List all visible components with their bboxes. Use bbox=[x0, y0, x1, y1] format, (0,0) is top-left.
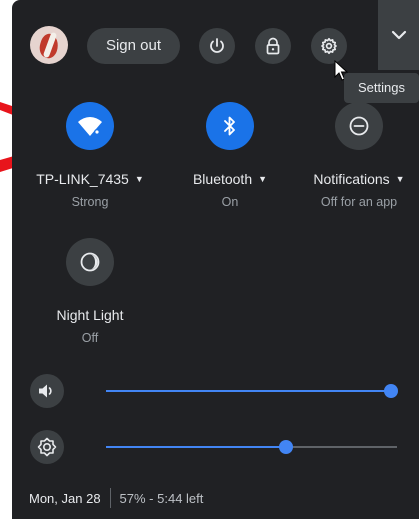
volume-slider-fill bbox=[106, 390, 391, 392]
brightness-slider[interactable] bbox=[106, 440, 397, 454]
notifications-pod[interactable]: Notifications ▼ Off for an app bbox=[299, 102, 419, 209]
sign-out-button[interactable]: Sign out bbox=[87, 28, 180, 64]
brightness-slider-fill bbox=[106, 446, 286, 448]
lock-icon bbox=[266, 37, 280, 55]
notifications-dropdown-icon[interactable]: ▼ bbox=[396, 174, 405, 184]
volume-slider-thumb[interactable] bbox=[384, 384, 398, 398]
network-pod[interactable]: TP-LINK_7435 ▼ Strong bbox=[30, 102, 150, 209]
do-not-disturb-icon bbox=[349, 116, 369, 136]
night-light-toggle[interactable] bbox=[66, 238, 114, 286]
notifications-label[interactable]: Notifications ▼ bbox=[299, 171, 419, 187]
lock-button[interactable] bbox=[255, 28, 291, 64]
footer-divider bbox=[109, 488, 111, 508]
bluetooth-pod[interactable]: Bluetooth ▼ On bbox=[170, 102, 290, 209]
night-light-label[interactable]: Night Light bbox=[30, 307, 150, 323]
avatar[interactable] bbox=[30, 26, 68, 64]
bluetooth-icon bbox=[224, 116, 235, 136]
quick-settings-panel: Sign out Settings TP-LINK_7435 ▼ Strong … bbox=[12, 0, 419, 519]
chevron-down-icon bbox=[391, 30, 406, 40]
bluetooth-toggle[interactable] bbox=[206, 102, 254, 150]
power-icon bbox=[210, 38, 224, 53]
bluetooth-label[interactable]: Bluetooth ▼ bbox=[170, 171, 290, 187]
notifications-toggle[interactable] bbox=[335, 102, 383, 150]
bluetooth-dropdown-icon[interactable]: ▼ bbox=[258, 174, 267, 184]
status-footer: Mon, Jan 28 57% - 5:44 left bbox=[29, 488, 203, 508]
wifi-toggle[interactable] bbox=[66, 102, 114, 150]
brightness-button[interactable] bbox=[30, 430, 64, 464]
wifi-icon bbox=[78, 117, 102, 136]
gear-icon bbox=[321, 37, 337, 55]
brightness-icon bbox=[37, 437, 57, 457]
date-label[interactable]: Mon, Jan 28 bbox=[29, 491, 101, 506]
power-button[interactable] bbox=[199, 28, 235, 64]
collapse-button[interactable] bbox=[378, 0, 419, 70]
notifications-status: Off for an app bbox=[320, 195, 398, 209]
volume-button[interactable] bbox=[30, 374, 64, 408]
brightness-slider-thumb[interactable] bbox=[279, 440, 293, 454]
night-light-icon bbox=[80, 252, 100, 272]
volume-icon bbox=[39, 384, 52, 398]
night-light-status: Off bbox=[81, 331, 99, 345]
settings-button[interactable] bbox=[311, 28, 347, 64]
night-light-pod[interactable]: Night Light Off bbox=[30, 238, 150, 345]
battery-status[interactable]: 57% - 5:44 left bbox=[120, 491, 204, 506]
network-status: Strong bbox=[71, 195, 109, 209]
volume-slider[interactable] bbox=[106, 384, 398, 398]
network-dropdown-icon[interactable]: ▼ bbox=[135, 174, 144, 184]
network-label[interactable]: TP-LINK_7435 ▼ bbox=[30, 171, 150, 187]
bluetooth-status: On bbox=[221, 195, 239, 209]
settings-tooltip: Settings bbox=[344, 73, 419, 103]
